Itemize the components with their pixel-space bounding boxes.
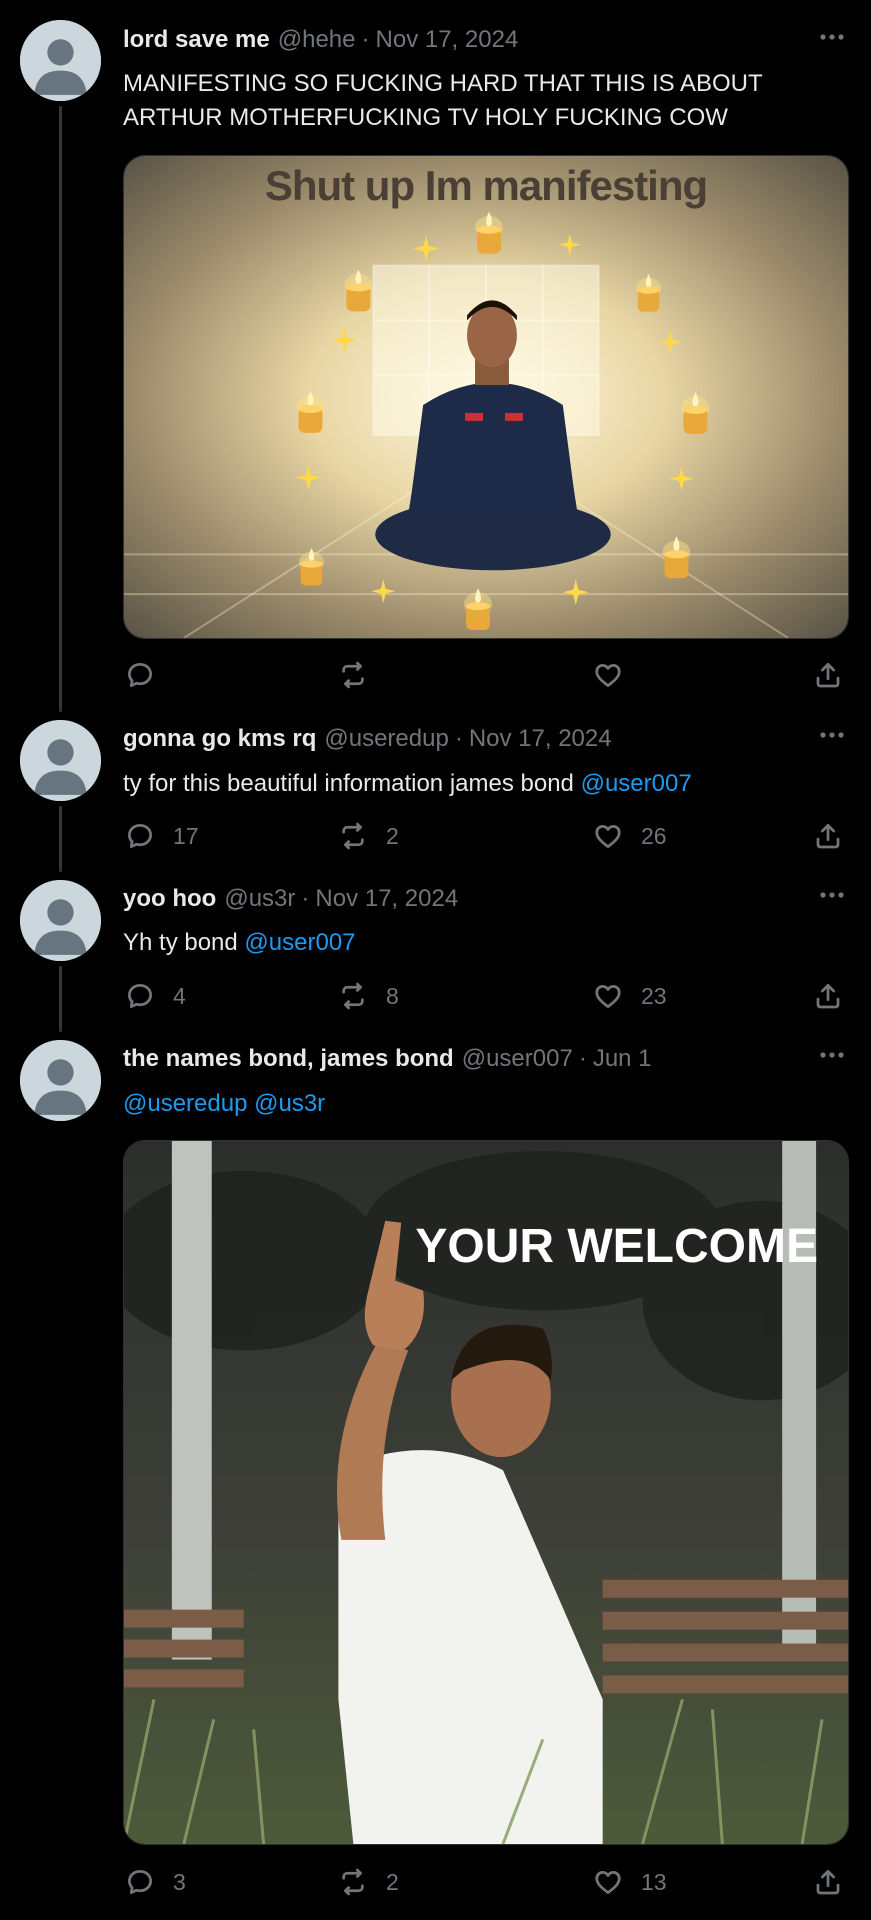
tweet-header: gonna go kms rq @useredup · Nov 17, 2024 bbox=[123, 723, 851, 755]
tweet-text-body: Yh ty bond bbox=[123, 929, 245, 956]
timestamp[interactable]: Nov 17, 2024 bbox=[315, 885, 458, 913]
thread-line-1 bbox=[59, 106, 62, 712]
reply-count: 3 bbox=[173, 1868, 186, 1895]
share-icon bbox=[813, 1867, 843, 1897]
separator: · bbox=[578, 1045, 587, 1072]
thread-line-2 bbox=[59, 806, 62, 872]
like-icon bbox=[593, 1867, 623, 1897]
more-icon[interactable] bbox=[817, 883, 847, 907]
more-icon[interactable] bbox=[817, 25, 847, 49]
tweet-actions bbox=[123, 657, 850, 693]
handle[interactable]: @hehe bbox=[278, 26, 356, 54]
like-count: 26 bbox=[641, 822, 667, 849]
default-avatar-icon[interactable] bbox=[20, 720, 101, 801]
tweet-media-image[interactable]: Shut up Im manifesting bbox=[123, 155, 849, 639]
like-button[interactable]: 23 bbox=[593, 978, 667, 1014]
meme-caption: YOUR WELCOME bbox=[415, 1220, 818, 1273]
share-button[interactable] bbox=[813, 978, 843, 1014]
tweet-text-body: ty for this beautiful information james … bbox=[123, 770, 581, 797]
retweet-count: 2 bbox=[386, 822, 399, 849]
tweet-header: yoo hoo @us3r · Nov 17, 2024 bbox=[123, 883, 851, 915]
retweet-icon bbox=[338, 660, 368, 690]
separator: · bbox=[361, 26, 370, 53]
reply-count: 4 bbox=[173, 982, 186, 1009]
handle[interactable]: @useredup bbox=[324, 725, 448, 753]
tweet-header: lord save me @hehe · Nov 17, 2024 bbox=[123, 24, 851, 56]
retweet-count: 8 bbox=[386, 982, 399, 1009]
share-icon bbox=[813, 821, 843, 851]
tweet-actions: 17 2 26 bbox=[123, 818, 850, 854]
retweet-icon bbox=[338, 981, 368, 1011]
like-icon bbox=[593, 821, 623, 851]
reply-button[interactable]: 17 bbox=[125, 818, 199, 854]
handle[interactable]: @user007 bbox=[462, 1045, 573, 1073]
timestamp[interactable]: Nov 17, 2024 bbox=[376, 26, 519, 54]
display-name[interactable]: gonna go kms rq bbox=[123, 725, 316, 753]
retweet-icon bbox=[338, 1867, 368, 1897]
tweet-text: MANIFESTING SO FUCKING HARD THAT THIS IS… bbox=[123, 70, 763, 131]
display-name[interactable]: the names bond, james bond bbox=[123, 1045, 454, 1073]
tweet-media-image[interactable]: YOUR WELCOME bbox=[123, 1140, 849, 1845]
mention-link[interactable]: @user007 bbox=[581, 770, 692, 797]
reply-count: 17 bbox=[173, 822, 199, 849]
share-button[interactable] bbox=[813, 657, 843, 693]
like-count: 13 bbox=[641, 1868, 667, 1895]
like-icon bbox=[593, 660, 623, 690]
like-button[interactable] bbox=[593, 657, 623, 693]
tweet-header: the names bond, james bond @user007 · Ju… bbox=[123, 1043, 851, 1075]
like-icon bbox=[593, 981, 623, 1011]
like-count: 23 bbox=[641, 982, 667, 1009]
like-button[interactable]: 13 bbox=[593, 1864, 667, 1900]
meditation-image-icon bbox=[124, 156, 848, 638]
retweet-button[interactable]: 2 bbox=[338, 1864, 399, 1900]
mention-link[interactable]: @us3r bbox=[254, 1090, 325, 1117]
separator: · bbox=[454, 725, 463, 752]
handle[interactable]: @us3r bbox=[224, 885, 295, 913]
retweet-button[interactable] bbox=[338, 657, 368, 693]
retweet-button[interactable]: 8 bbox=[338, 978, 399, 1014]
mention-link[interactable]: @useredup bbox=[123, 1090, 247, 1117]
tweet-actions: 4 8 23 bbox=[123, 978, 850, 1014]
reply-icon bbox=[125, 821, 155, 851]
timestamp[interactable]: Nov 17, 2024 bbox=[469, 725, 612, 753]
retweet-icon bbox=[338, 821, 368, 851]
reply-icon bbox=[125, 660, 155, 690]
separator: · bbox=[301, 885, 310, 912]
timestamp[interactable]: Jun 1 bbox=[593, 1045, 652, 1073]
mention-link[interactable]: @user007 bbox=[244, 929, 355, 956]
more-icon[interactable] bbox=[817, 723, 847, 747]
like-button[interactable]: 26 bbox=[593, 818, 667, 854]
meme-caption: Shut up Im manifesting bbox=[264, 162, 708, 209]
share-icon bbox=[813, 981, 843, 1011]
tweet-text: Yh ty bond @user007 bbox=[123, 926, 831, 960]
default-avatar-icon[interactable] bbox=[20, 1040, 101, 1121]
more-icon[interactable] bbox=[817, 1043, 847, 1067]
default-avatar-icon[interactable] bbox=[20, 20, 101, 101]
reply-icon bbox=[125, 1867, 155, 1897]
reply-button[interactable]: 3 bbox=[125, 1864, 186, 1900]
display-name[interactable]: yoo hoo bbox=[123, 885, 216, 913]
default-avatar-icon[interactable] bbox=[20, 880, 101, 961]
thread-line-3 bbox=[59, 966, 62, 1032]
reply-icon bbox=[125, 981, 155, 1011]
share-button[interactable] bbox=[813, 1864, 843, 1900]
reply-button[interactable]: 4 bbox=[125, 978, 186, 1014]
reply-button[interactable] bbox=[125, 657, 155, 693]
retweet-button[interactable]: 2 bbox=[338, 818, 399, 854]
display-name[interactable]: lord save me bbox=[123, 26, 270, 54]
tweet-text: @useredup @us3r bbox=[123, 1087, 831, 1121]
tweet-text: ty for this beautiful information james … bbox=[123, 767, 831, 801]
share-button[interactable] bbox=[813, 818, 843, 854]
share-icon bbox=[813, 660, 843, 690]
tweet-actions: 3 2 13 bbox=[123, 1864, 850, 1900]
retweet-count: 2 bbox=[386, 1868, 399, 1895]
